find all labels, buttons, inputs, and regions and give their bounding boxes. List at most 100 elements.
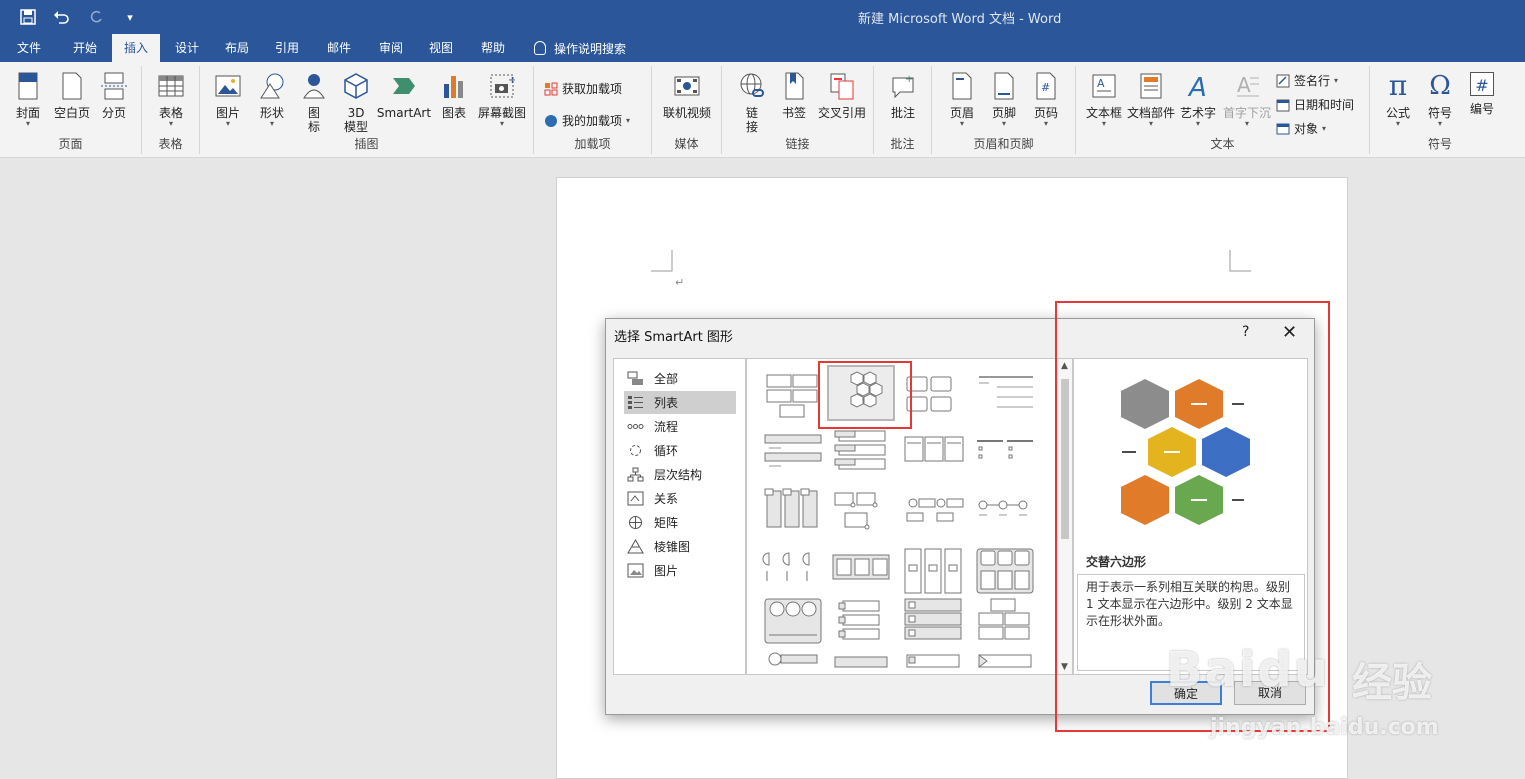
date-time-button[interactable]: 日期和时间 bbox=[1276, 96, 1354, 113]
layout-vertical-bullet-list[interactable] bbox=[761, 427, 825, 479]
tab-home[interactable]: 开始 bbox=[62, 34, 108, 62]
layout-lined-list[interactable] bbox=[973, 367, 1037, 419]
blank-page-button[interactable]: 空白页 bbox=[50, 68, 94, 120]
svg-text:+: + bbox=[905, 74, 913, 85]
save-icon[interactable] bbox=[18, 7, 38, 27]
category-cycle[interactable]: 循环 bbox=[624, 439, 736, 462]
chevron-down-icon: ▾ bbox=[1148, 119, 1153, 128]
tab-file[interactable]: 文件 bbox=[8, 34, 50, 62]
layout-basic-block-list[interactable] bbox=[761, 367, 825, 419]
new-comment-button[interactable]: + 批注 bbox=[881, 68, 925, 120]
wordart-button[interactable]: A 艺术字 ▾ bbox=[1176, 68, 1220, 128]
layout-stacked-bar-list[interactable] bbox=[829, 651, 893, 675]
table-button[interactable]: 表格 ▾ bbox=[149, 68, 193, 128]
redo-icon[interactable] bbox=[86, 7, 106, 27]
layout-vertical-chevron-list[interactable] bbox=[901, 547, 965, 599]
picture-button[interactable]: 图片 ▾ bbox=[206, 68, 250, 128]
layout-square-accent-list[interactable] bbox=[973, 427, 1037, 479]
equation-button[interactable]: π 公式 ▾ bbox=[1376, 68, 1420, 128]
category-picture[interactable]: 图片 bbox=[624, 559, 736, 582]
shapes-button[interactable]: 形状 ▾ bbox=[250, 68, 294, 128]
tab-view[interactable]: 视图 bbox=[418, 34, 464, 62]
customize-qat-icon[interactable]: ▾ bbox=[120, 7, 140, 27]
list-icon bbox=[628, 396, 643, 409]
online-video-button[interactable]: 联机视频 bbox=[658, 68, 716, 120]
bookmark-button[interactable]: 书签 bbox=[772, 68, 816, 120]
layout-horizontal-bullet-list[interactable] bbox=[901, 427, 965, 479]
layout-arrow-list[interactable] bbox=[973, 651, 1037, 675]
layout-vertical-box-list[interactable] bbox=[829, 427, 893, 479]
footer-button[interactable]: 页脚 ▾ bbox=[982, 68, 1026, 128]
calendar-icon bbox=[1276, 99, 1290, 111]
page-number-icon: # bbox=[1036, 72, 1056, 100]
chevron-down-icon: ▾ bbox=[1322, 124, 1327, 133]
category-relationship[interactable]: 关系 bbox=[624, 487, 736, 510]
blank-page-icon bbox=[62, 72, 82, 100]
group-label-illustrations: 插图 bbox=[354, 137, 379, 151]
quick-parts-button[interactable]: 文档部件 ▾ bbox=[1126, 68, 1176, 128]
cover-page-button[interactable]: 封面 ▾ bbox=[6, 68, 50, 128]
quick-parts-icon bbox=[1140, 73, 1162, 99]
layout-circle-list[interactable] bbox=[761, 597, 825, 649]
header-button[interactable]: 页眉 ▾ bbox=[940, 68, 984, 128]
category-all[interactable]: 全部 bbox=[624, 367, 736, 390]
layout-chevron-accent-list[interactable] bbox=[829, 547, 893, 599]
layout-table-list[interactable] bbox=[901, 597, 965, 649]
tab-help[interactable]: 帮助 bbox=[470, 34, 516, 62]
text-box-button[interactable]: A 文本框 ▾ bbox=[1082, 68, 1126, 128]
screenshot-icon: + bbox=[490, 74, 515, 98]
link-button[interactable]: 链 接 bbox=[730, 68, 774, 134]
layout-trapezoid-list[interactable] bbox=[901, 487, 965, 539]
category-pyramid[interactable]: 棱锥图 bbox=[624, 535, 736, 558]
chevron-down-icon: ▾ bbox=[1195, 119, 1200, 128]
tab-review[interactable]: 审阅 bbox=[368, 34, 414, 62]
category-matrix[interactable]: 矩阵 bbox=[624, 511, 736, 534]
signature-line-button[interactable]: 签名行 ▾ bbox=[1276, 72, 1338, 89]
my-addins-button[interactable]: 我的加载项 ▾ bbox=[544, 112, 630, 129]
tab-design[interactable]: 设计 bbox=[164, 34, 210, 62]
layout-picture-accent-list[interactable] bbox=[829, 487, 893, 539]
group-text: A 文本框 ▾ 文档部件 ▾ A 艺术字 ▾ A 首字下沉 ▾ 签名行 ▾ 日期… bbox=[1076, 66, 1370, 154]
group-tables: 表格 ▾ 表格 bbox=[142, 66, 200, 154]
category-process[interactable]: 流程 bbox=[624, 415, 736, 438]
tab-insert[interactable]: 插入 bbox=[112, 34, 160, 62]
symbol-button[interactable]: Ω 符号 ▾ bbox=[1418, 68, 1462, 128]
tab-layout[interactable]: 布局 bbox=[214, 34, 260, 62]
chart-icon bbox=[444, 76, 463, 98]
chart-button[interactable]: 图表 bbox=[432, 68, 476, 120]
layout-bending-list[interactable] bbox=[761, 651, 825, 675]
screenshot-button[interactable]: + 屏幕截图 ▾ bbox=[474, 68, 530, 128]
group-label-text: 文本 bbox=[1210, 137, 1235, 151]
number-button[interactable]: # 编号 bbox=[1460, 68, 1504, 116]
layout-tab-list[interactable] bbox=[829, 597, 893, 649]
undo-icon[interactable] bbox=[52, 7, 72, 27]
group-label-tables: 表格 bbox=[158, 137, 183, 151]
lightbulb-icon bbox=[534, 41, 546, 55]
drop-cap-button[interactable]: A 首字下沉 ▾ bbox=[1222, 68, 1272, 128]
layout-half-circle-list[interactable] bbox=[761, 547, 825, 599]
group-label-header-footer: 页眉和页脚 bbox=[973, 137, 1034, 151]
page-break-button[interactable]: 分页 bbox=[92, 68, 136, 120]
layout-pyramid-list[interactable] bbox=[973, 597, 1037, 649]
chevron-down-icon: ▾ bbox=[168, 119, 173, 128]
layout-bullet-table-list[interactable] bbox=[901, 651, 965, 675]
layout-descending-block-list[interactable] bbox=[973, 487, 1037, 539]
3d-model-button[interactable]: 3D 模型 bbox=[334, 68, 378, 134]
tell-me-search[interactable]: 操作说明搜索 bbox=[534, 34, 626, 62]
signature-icon bbox=[1276, 74, 1290, 87]
tab-references[interactable]: 引用 bbox=[264, 34, 310, 62]
pi-icon: π bbox=[1388, 69, 1408, 102]
hierarchy-icon bbox=[627, 467, 644, 482]
smartart-button[interactable]: SmartArt bbox=[376, 68, 432, 120]
page-number-button[interactable]: # 页码 ▾ bbox=[1024, 68, 1068, 128]
picture-icon bbox=[627, 563, 644, 578]
get-addins-button[interactable]: 获取加载项 bbox=[544, 80, 622, 97]
category-list-item[interactable]: 列表 bbox=[624, 391, 736, 414]
category-hierarchy[interactable]: 层次结构 bbox=[624, 463, 736, 486]
layout-grouped-list[interactable] bbox=[973, 547, 1037, 599]
tab-mailings[interactable]: 邮件 bbox=[316, 34, 362, 62]
icons-button[interactable]: 图 标 bbox=[292, 68, 336, 134]
cross-reference-button[interactable]: 交叉引用 bbox=[814, 68, 870, 120]
layout-stacked-list[interactable] bbox=[761, 487, 825, 539]
process-icon bbox=[627, 424, 644, 429]
